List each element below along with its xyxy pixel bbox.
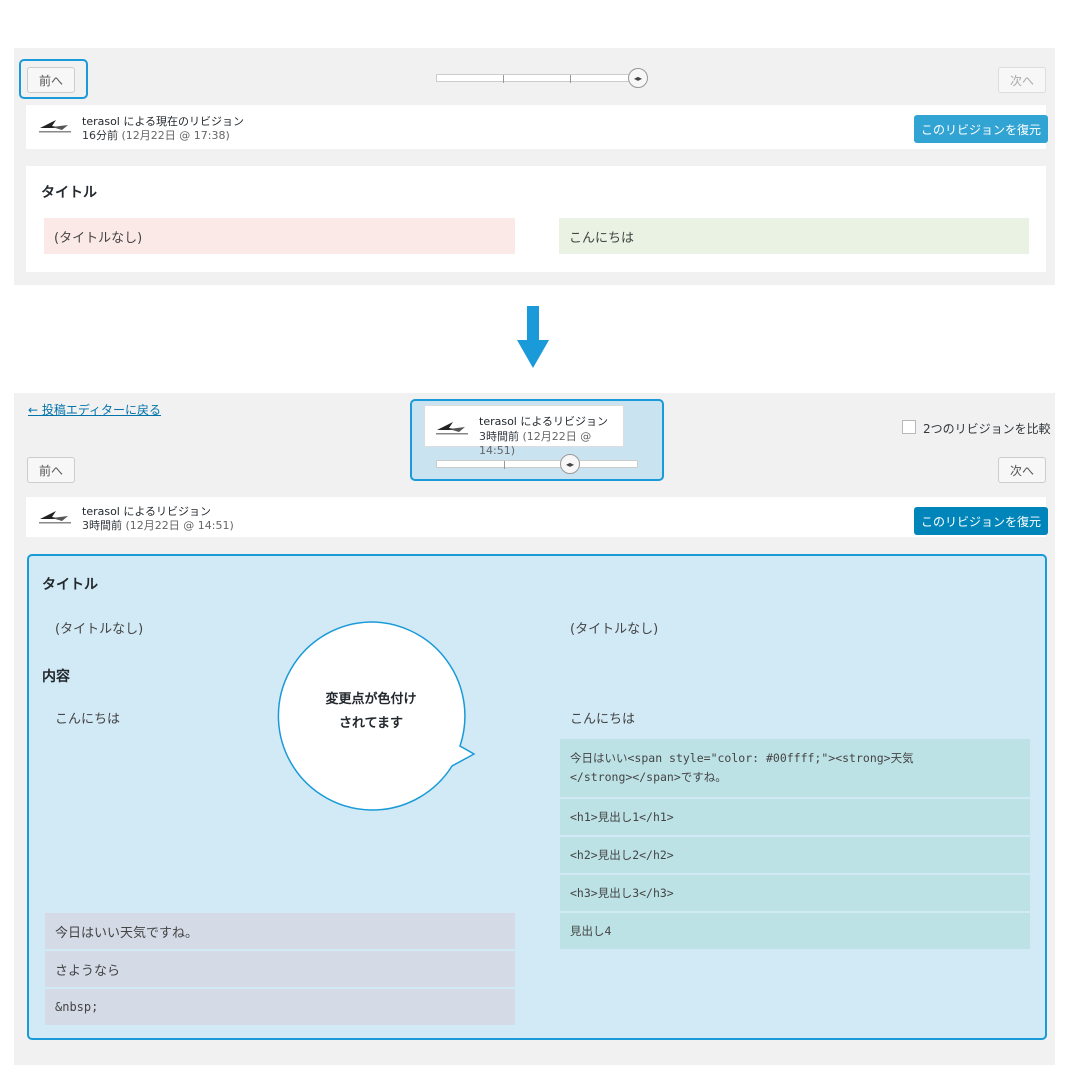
content-right-cell: こんにちは: [570, 711, 636, 727]
content-deleted-cell: 今日はいい天気ですね。: [45, 913, 515, 949]
revision-date: 3時間前 (12月22日 @ 14:51): [82, 519, 234, 532]
slider-handle[interactable]: ◂▸: [560, 454, 580, 474]
title-right-cell: (タイトルなし): [570, 621, 659, 637]
content-deleted-cell: &nbsp;: [45, 989, 515, 1025]
revision-slider[interactable]: [436, 460, 638, 469]
next-button[interactable]: 次へ: [998, 67, 1046, 93]
diff-section-title: タイトル: [41, 185, 97, 201]
revision-compare-panel: ← 投稿エディターに戻る 2つのリビジョンを比較 terasol によるリビジョ…: [14, 393, 1055, 1065]
title-heading: タイトル: [42, 577, 98, 593]
callout-line: 変更点が色付け: [325, 692, 417, 707]
callout-line: されてます: [339, 716, 403, 731]
content-added-cell: <h1>見出し1</h1>: [560, 799, 1030, 835]
site-logo-icon: [39, 120, 71, 133]
site-logo-icon: [436, 422, 468, 435]
compare-two-checkbox[interactable]: [902, 420, 916, 434]
diff-panel: タイトル (タイトルなし) (タイトルなし) 内容 こんにちは こんにちは 今日…: [27, 554, 1047, 1040]
slider-handle[interactable]: ◂▸: [628, 68, 648, 88]
current-revision-panel: 前へ ◂▸ 次へ terasol による現在のリビジョン 16分前 (12月22…: [14, 48, 1055, 285]
tooltip-author: terasol によるリビジョン: [479, 415, 609, 428]
content-heading: 内容: [42, 669, 70, 685]
content-added-cell: <h2>見出し2</h2>: [560, 837, 1030, 873]
slider-tick: [503, 75, 504, 83]
slider-tooltip-highlight: terasol によるリビジョン 3時間前 (12月22日 @ 14:51) ◂…: [410, 399, 664, 481]
tooltip-date: 3時間前 (12月22日 @ 14:51): [479, 430, 592, 457]
restore-revision-button[interactable]: このリビジョンを復元: [914, 115, 1048, 143]
content-added-cell: <h3>見出し3</h3>: [560, 875, 1030, 911]
prev-button[interactable]: 前へ: [27, 457, 75, 483]
down-arrow-icon: [517, 306, 549, 368]
added-line: </strong></span>ですね。: [570, 770, 727, 784]
slider-tick: [570, 75, 571, 83]
diff-panel: タイトル (タイトルなし) こんにちは: [26, 166, 1046, 272]
site-logo-icon: [39, 511, 71, 524]
content-added-cell: 今日はいい<span style="color: #00ffff;"><stro…: [560, 739, 1030, 797]
added-line: 今日はいい<span style="color: #00ffff;"><stro…: [570, 751, 914, 765]
restore-revision-button[interactable]: このリビジョンを復元: [914, 507, 1048, 535]
compare-two-label: 2つのリビジョンを比較: [923, 422, 1051, 436]
revision-date: 16分前 (12月22日 @ 17:38): [82, 129, 230, 142]
revision-author-bar: terasol による現在のリビジョン 16分前 (12月22日 @ 17:38…: [26, 105, 1048, 149]
content-deleted-cell: さようなら: [45, 951, 515, 987]
next-button[interactable]: 次へ: [998, 457, 1046, 483]
prev-button[interactable]: 前へ: [27, 67, 75, 93]
revision-tooltip: terasol によるリビジョン 3時間前 (12月22日 @ 14:51): [424, 405, 624, 457]
content-added-cell: 見出し4: [560, 913, 1030, 949]
back-to-editor-link[interactable]: ← 投稿エディターに戻る: [28, 401, 161, 418]
slider-tick: [504, 461, 505, 469]
revision-author-bar: terasol によるリビジョン 3時間前 (12月22日 @ 14:51) こ…: [26, 497, 1048, 537]
revision-slider[interactable]: [436, 74, 636, 83]
callout-text: 変更点が色付け されてます: [291, 688, 451, 736]
title-added-cell: こんにちは: [559, 218, 1029, 254]
title-deleted-cell: (タイトルなし): [44, 218, 515, 254]
